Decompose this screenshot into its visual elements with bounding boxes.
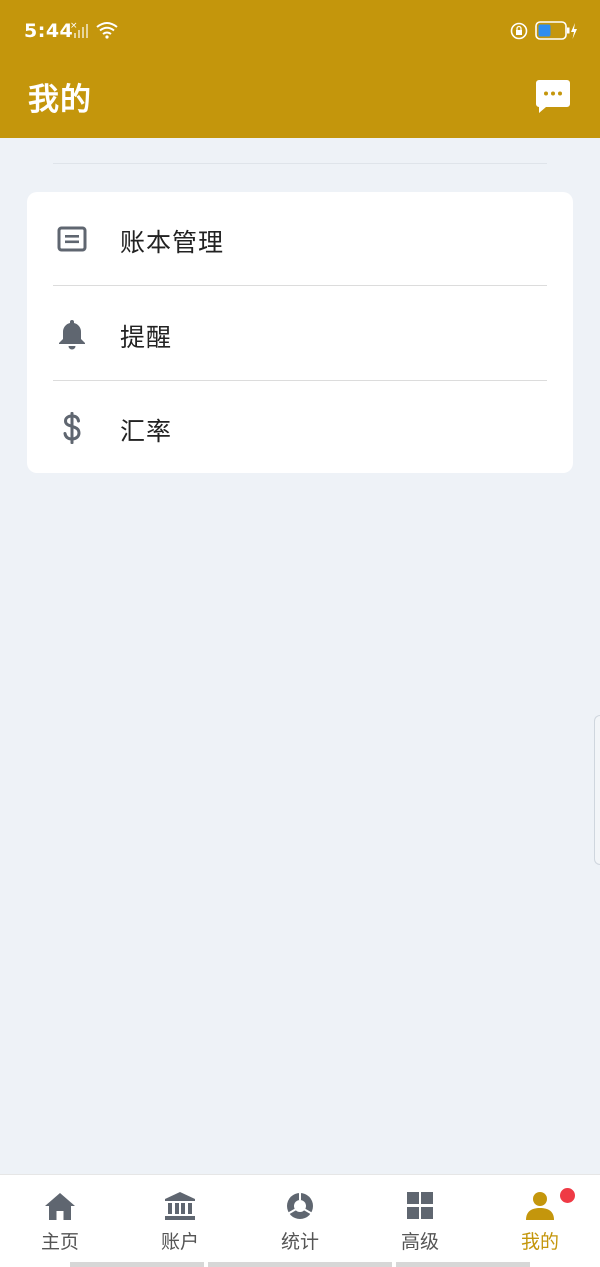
message-icon[interactable] xyxy=(534,79,572,115)
tab-home[interactable]: 主页 xyxy=(0,1175,120,1267)
tab-mine[interactable]: 我的 xyxy=(480,1175,600,1267)
status-bar: 5:44 × xyxy=(0,0,600,60)
tab-label: 账户 xyxy=(160,1231,199,1253)
tab-label: 主页 xyxy=(40,1231,79,1253)
notification-badge xyxy=(560,1188,575,1203)
rotation-lock-icon xyxy=(510,22,528,40)
tab-label: 我的 xyxy=(520,1231,559,1253)
tab-statistics[interactable]: 统计 xyxy=(240,1175,360,1267)
menu-card: 账本管理 提醒 汇率 xyxy=(27,192,573,473)
home-icon xyxy=(45,1193,75,1220)
menu-item-label: 提醒 xyxy=(120,323,173,352)
ledger-icon xyxy=(55,222,89,256)
menu-item-ledger-management[interactable]: 账本管理 xyxy=(27,192,573,286)
tab-advanced[interactable]: 高级 xyxy=(360,1175,480,1267)
tab-accounts[interactable]: 账户 xyxy=(120,1175,240,1267)
wifi-icon xyxy=(96,22,118,39)
grid-icon xyxy=(407,1192,433,1219)
menu-item-label: 账本管理 xyxy=(120,228,225,257)
menu-item-reminder[interactable]: 提醒 xyxy=(27,287,573,381)
divider xyxy=(53,285,547,286)
person-icon xyxy=(526,1192,554,1220)
edge-scroll-handle[interactable] xyxy=(594,715,600,865)
signal-off-icon: × xyxy=(70,21,88,38)
svg-text:×: × xyxy=(70,21,78,31)
bank-icon xyxy=(165,1192,195,1220)
status-time: 5:44 xyxy=(24,20,74,42)
app-header: 我的 xyxy=(0,60,600,138)
gesture-bar xyxy=(70,1262,204,1267)
bell-icon xyxy=(55,317,89,351)
battery-charging-icon xyxy=(535,21,577,40)
page-title: 我的 xyxy=(28,82,92,118)
menu-item-exchange-rate[interactable]: 汇率 xyxy=(27,381,573,475)
gesture-bar xyxy=(396,1262,530,1267)
pie-chart-icon xyxy=(287,1192,313,1219)
top-separator xyxy=(53,163,547,164)
dollar-icon xyxy=(55,411,89,445)
tab-label: 统计 xyxy=(280,1231,319,1253)
tab-label: 高级 xyxy=(400,1231,439,1253)
gesture-bar xyxy=(208,1262,392,1267)
bottom-tab-bar: 主页 账户 统计 高级 我的 xyxy=(0,1174,600,1267)
menu-item-label: 汇率 xyxy=(120,417,173,446)
